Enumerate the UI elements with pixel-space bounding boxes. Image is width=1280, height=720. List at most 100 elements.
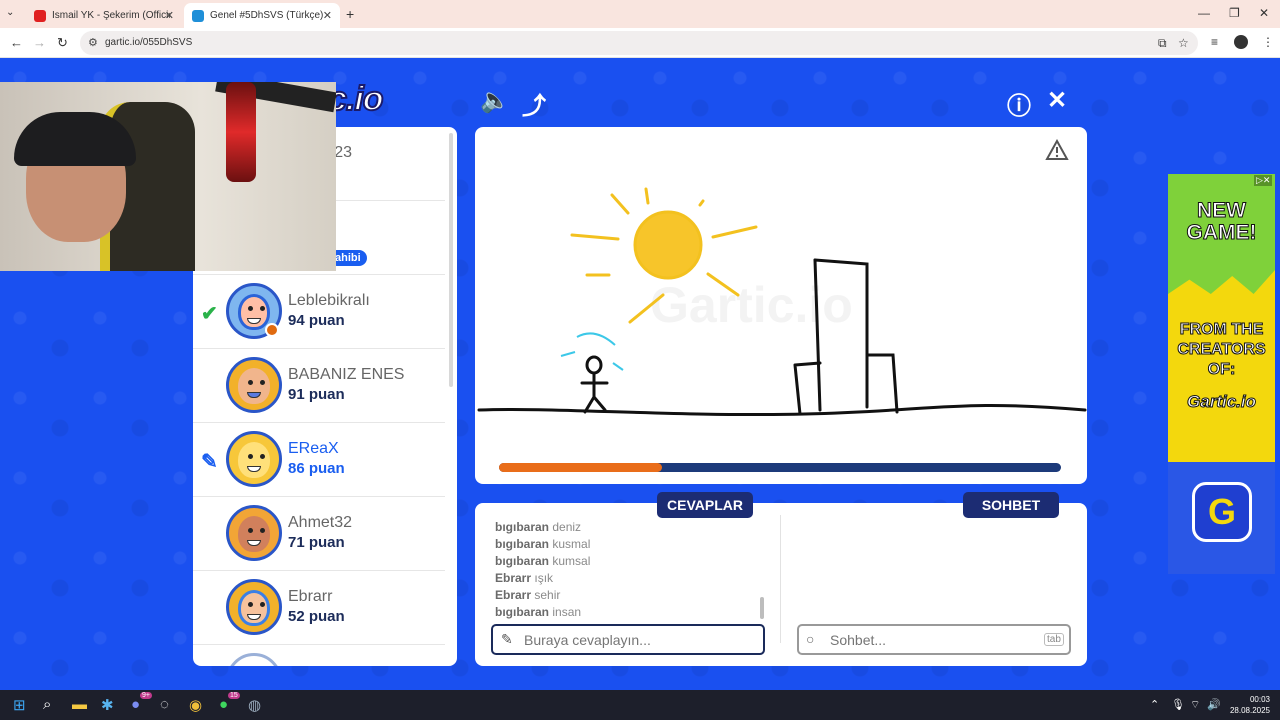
windows-start-icon[interactable]: ⊞ [13, 696, 26, 714]
ad-brand: Gartic.io [1187, 392, 1257, 412]
answer-user: bıgıbaran [495, 537, 550, 551]
answers-scrollbar[interactable] [760, 597, 764, 619]
tray-chevron-icon[interactable]: ⌃ [1150, 698, 1159, 711]
rain-drawing [560, 332, 624, 371]
gartic-app-icon: G [1192, 482, 1252, 542]
ad-choices-icon[interactable]: ▷✕ [1254, 175, 1273, 186]
avatar [226, 505, 282, 561]
answer-text: kusmal [552, 537, 591, 551]
advertisement-banner[interactable]: NEW GAME! FROM THE CREATORS OF: Gartic.i… [1168, 174, 1275, 574]
url-text: gartic.io/055DhSVS [105, 37, 193, 48]
gartic-logo: c.io [327, 79, 385, 119]
profile-avatar[interactable] [1234, 35, 1248, 49]
search-icon[interactable]: ⌕ [43, 696, 51, 713]
close-tab-icon[interactable]: ✕ [165, 9, 174, 22]
drawing-svg: Gartic.io [477, 187, 1087, 417]
sound-icon[interactable]: 🔈 [480, 86, 510, 115]
browser-menu-icon[interactable]: ⋮ [1262, 35, 1274, 49]
round-timer-bar [499, 463, 1061, 472]
file-explorer-icon[interactable]: ▬ [72, 696, 87, 713]
pencil-icon: ✎ [501, 631, 513, 647]
address-bar[interactable]: ⚙ gartic.io/055DhSVS ⧉ ☆ [80, 31, 1198, 55]
tab-title: Genel #5DhSVS (Türkçe) - Gartic... [210, 10, 328, 21]
back-arrow-icon[interactable]: ← [10, 35, 23, 50]
player-score: 91 puan [288, 386, 345, 403]
minimize-button[interactable]: — [1198, 6, 1210, 20]
answer-user: bıgıbaran [495, 520, 550, 534]
answers-chat-panel: bıgıbaran deniz bıgıbaran kusmal bıgıbaran… [475, 503, 1087, 666]
tab-search-chevron-icon[interactable]: ⌄ [6, 7, 14, 18]
answer-item: Ebrarr sehir [495, 587, 767, 604]
volume-icon[interactable]: 🔊 [1207, 698, 1221, 711]
player-row[interactable]: BABANIZ ENES 91 puan [193, 349, 445, 423]
answer-text: deniz [552, 520, 582, 534]
chat-input[interactable] [797, 624, 1071, 655]
answer-text: ışık [534, 571, 554, 585]
answer-item: bıgıbaran kumsal [495, 553, 767, 570]
windows-taskbar: ⊞ ⌕ ▬ ✱ ● 9+ ◌ ◉ ● 15 ◍ ⌃ 🎙 ⌔ 🔊 00:03 28… [0, 690, 1280, 720]
microphone [226, 82, 256, 182]
microphone-icon[interactable]: 🎙 [1171, 698, 1185, 711]
bookmark-star-icon[interactable]: ☆ [1178, 36, 1189, 50]
player-score: 52 puan [288, 608, 345, 625]
player-name: Ahmet32 [288, 514, 353, 531]
player-row[interactable]: Ebrarr 52 puan [193, 571, 445, 645]
install-app-icon[interactable]: ⧉ [1158, 36, 1167, 51]
player-score: 71 puan [288, 534, 345, 551]
avatar [226, 431, 282, 487]
answer-user: bıgıbaran [495, 605, 550, 619]
close-tab-icon[interactable]: ✕ [323, 9, 332, 22]
ad-subline: FROM THE CREATORS OF: [1177, 321, 1266, 379]
webcam-overlay [0, 82, 336, 271]
player-row[interactable]: Ahmet32 71 puan [193, 497, 445, 571]
player-row[interactable]: ✔ Leblebikralı 94 puan [193, 275, 445, 349]
round-timer-fill [499, 463, 662, 472]
close-game-icon[interactable]: ✕ [1047, 86, 1067, 115]
answer-input[interactable] [491, 624, 765, 655]
answer-user: bıgıbaran [495, 554, 550, 568]
panel-divider [780, 515, 781, 643]
report-warning-icon[interactable] [1045, 139, 1069, 161]
avatar [226, 357, 282, 413]
whatsapp-icon[interactable]: ● [219, 696, 228, 713]
network-icon[interactable]: ⌔ [1190, 698, 1200, 712]
answer-item: Ebrarr ışık [495, 570, 767, 587]
chat-bubble-icon: ○ [806, 631, 815, 647]
site-info-icon[interactable]: ⚙ [88, 36, 98, 49]
answer-user: Ebrarr [495, 571, 532, 585]
browser-tab-youtube[interactable]: İsmail YK - Şekerim (Official Vid... ✕ [26, 3, 182, 28]
avatar [226, 653, 282, 666]
browser-tab-bar: ⌄ İsmail YK - Şekerim (Official Vid... ✕… [0, 0, 1280, 28]
chrome-icon[interactable]: ◉ [189, 696, 202, 714]
tab-answers[interactable]: CEVAPLAR [657, 492, 753, 518]
steam-icon[interactable]: ◍ [248, 696, 261, 714]
player-row[interactable]: ✎ EReaX 86 puan [193, 423, 445, 497]
browser-toolbar: ← → ↻ ⚙ gartic.io/055DhSVS ⧉ ☆ ≡ ⋮ [0, 28, 1280, 58]
media-controls-icon[interactable]: ≡ [1211, 35, 1218, 49]
close-window-button[interactable]: ✕ [1259, 6, 1269, 20]
pencil-icon: ✎ [201, 451, 218, 473]
app-icon[interactable]: ◌ [160, 696, 169, 713]
browser-tab-gartic[interactable]: Genel #5DhSVS (Türkçe) - Gartic... ✕ [184, 3, 340, 28]
gartic-game-area: c.io 🔈 ⤴ ⓘ ✕ İKEN123 uan aran an ahibi ✔… [0, 58, 1280, 690]
system-clock[interactable]: 00:03 28.08.2025 [1224, 694, 1270, 716]
answer-text: sehir [534, 588, 561, 602]
share-icon[interactable]: ⤴ [522, 86, 546, 121]
answer-user: Ebrarr [495, 588, 532, 602]
reload-icon[interactable]: ↻ [57, 35, 68, 51]
app-icon[interactable]: ✱ [101, 696, 114, 714]
player-list-scrollbar[interactable] [449, 133, 453, 387]
info-icon[interactable]: ⓘ [1007, 86, 1031, 121]
tab-chat[interactable]: SOHBET [963, 492, 1059, 518]
clock-date: 28.08.2025 [1229, 706, 1270, 715]
forward-arrow-icon[interactable]: → [33, 35, 46, 50]
new-tab-button[interactable]: + [346, 6, 354, 22]
status-dot-icon [265, 323, 279, 337]
restore-button[interactable]: ❐ [1229, 6, 1240, 20]
answer-item: bıgıbaran insan [495, 604, 767, 621]
player-row[interactable] [193, 645, 445, 666]
discord-icon[interactable]: ● [131, 696, 140, 713]
drawing-canvas[interactable]: Gartic.io [475, 127, 1087, 484]
ad-headline: NEW GAME! [1186, 199, 1257, 244]
answer-text: insan [552, 605, 582, 619]
